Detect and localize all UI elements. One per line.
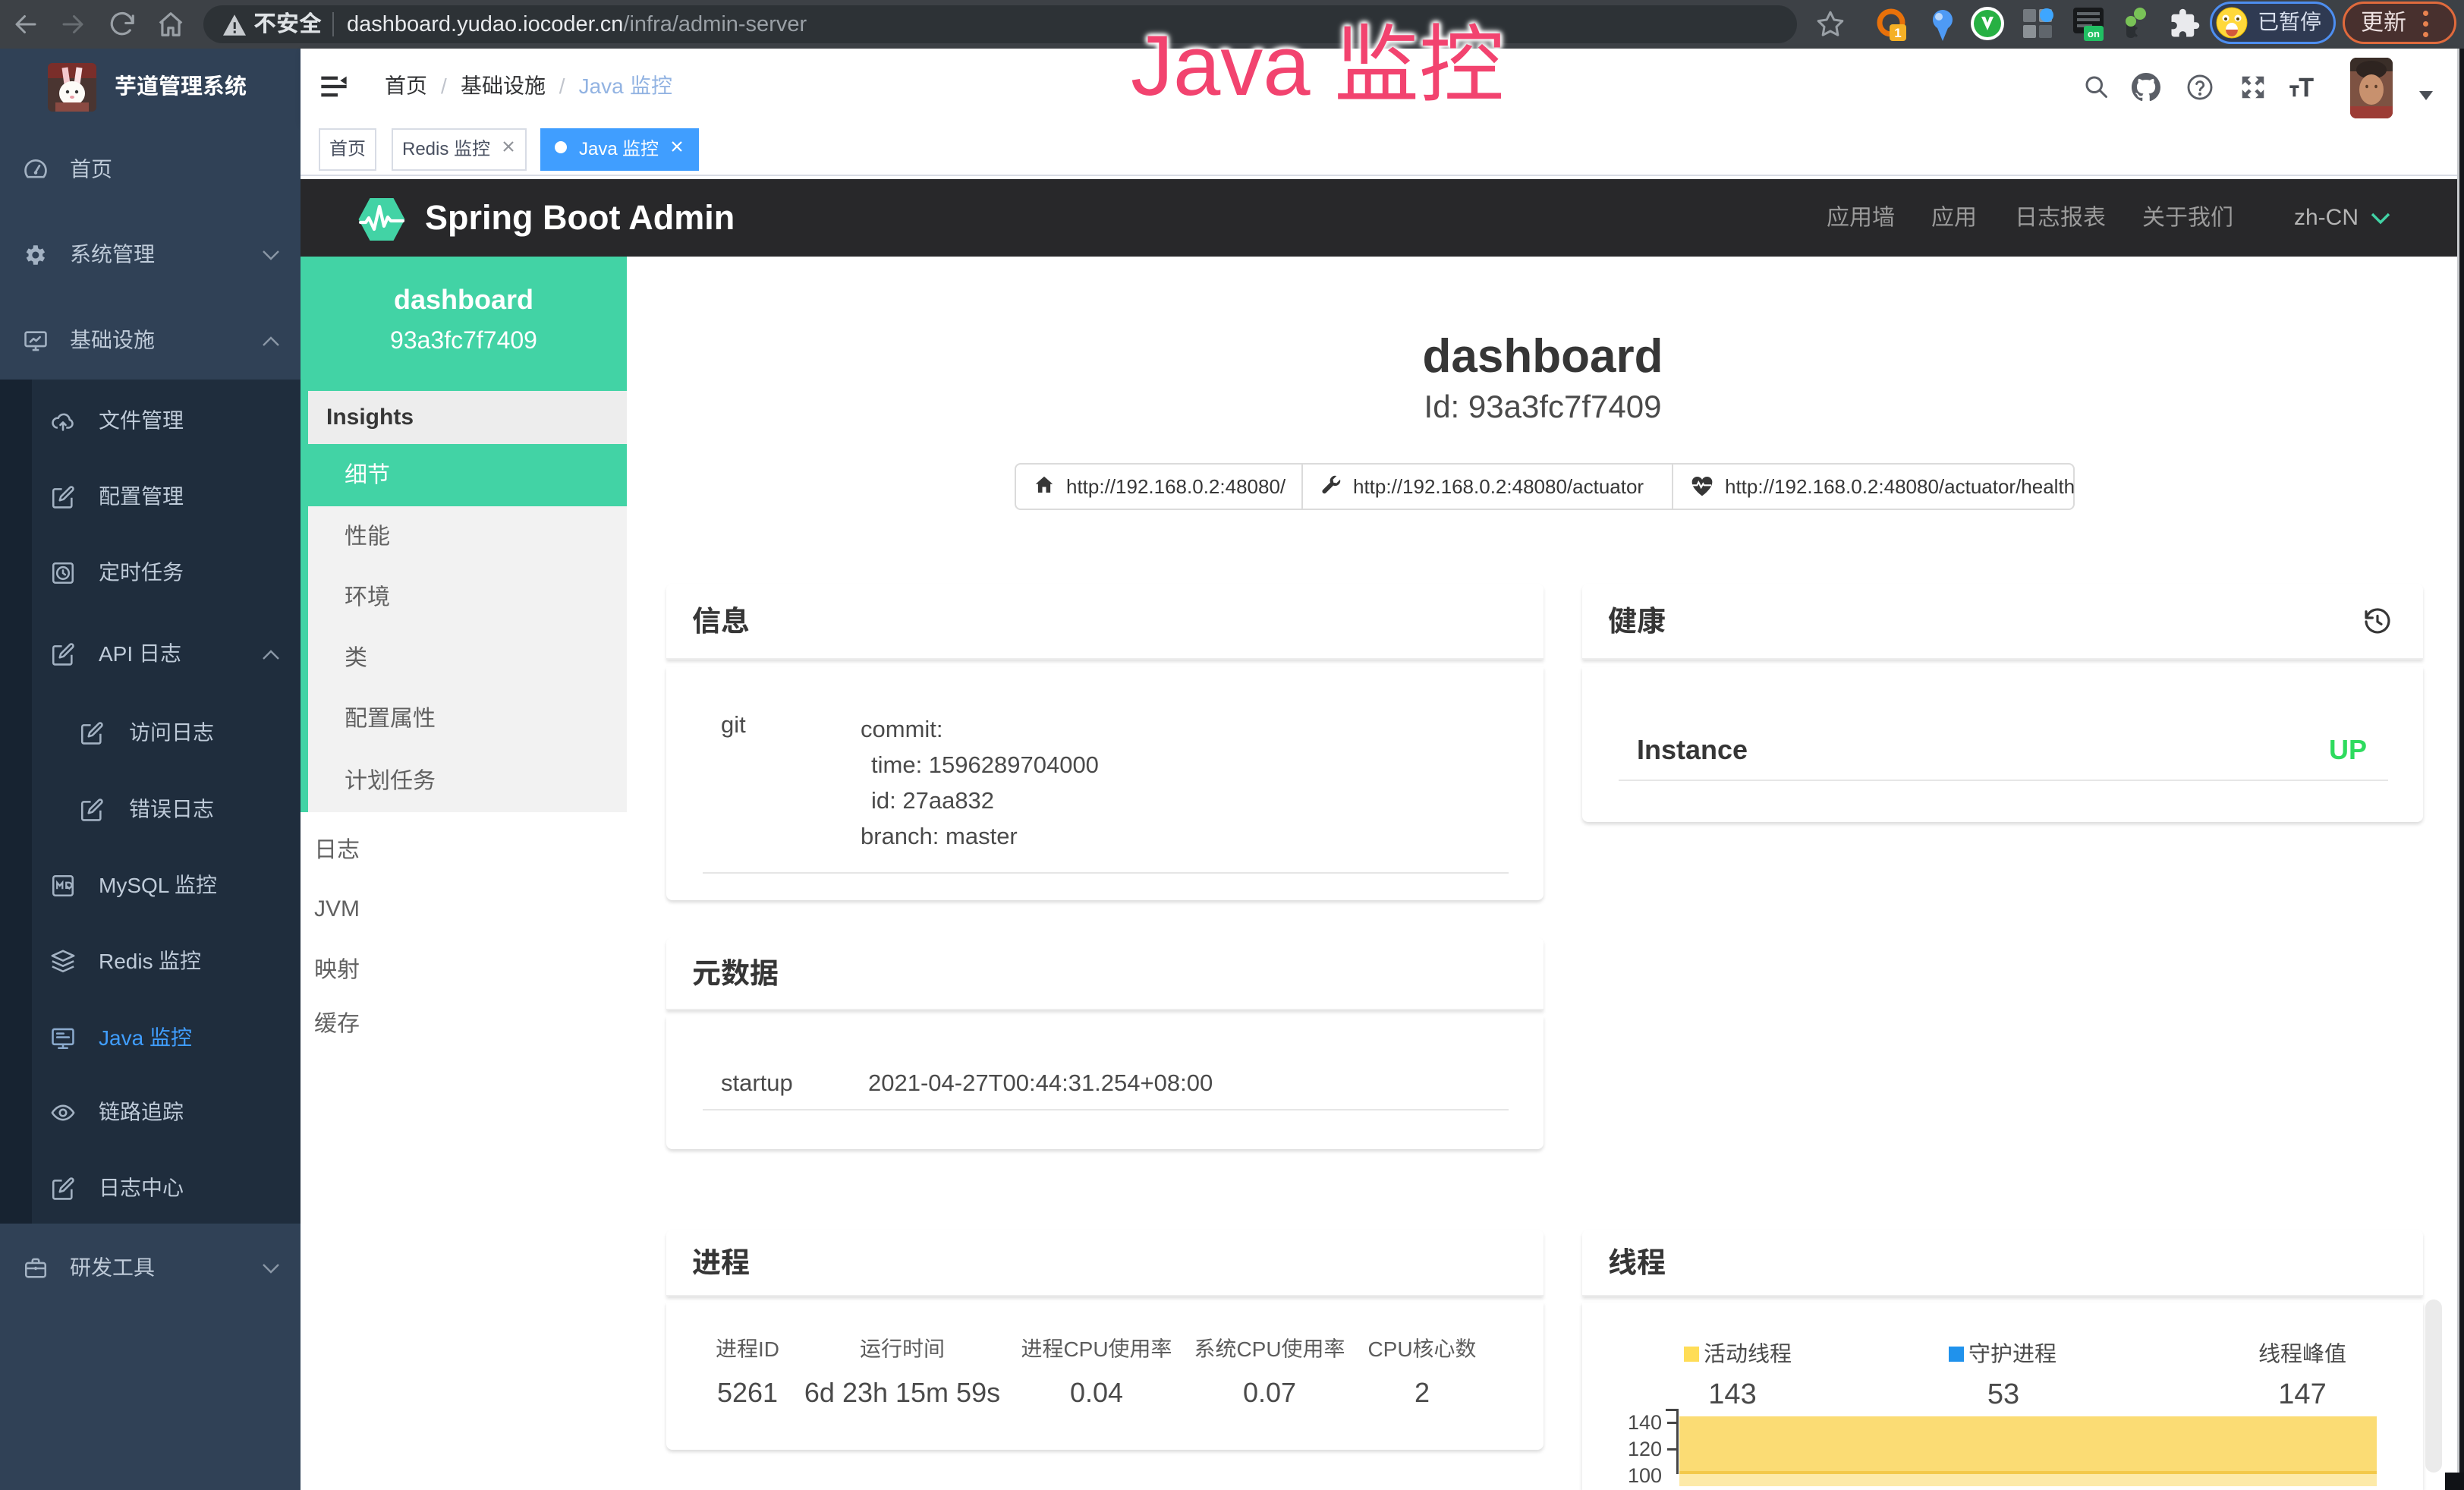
- svg-text:1: 1: [1894, 26, 1901, 40]
- svg-text:on: on: [2088, 28, 2100, 39]
